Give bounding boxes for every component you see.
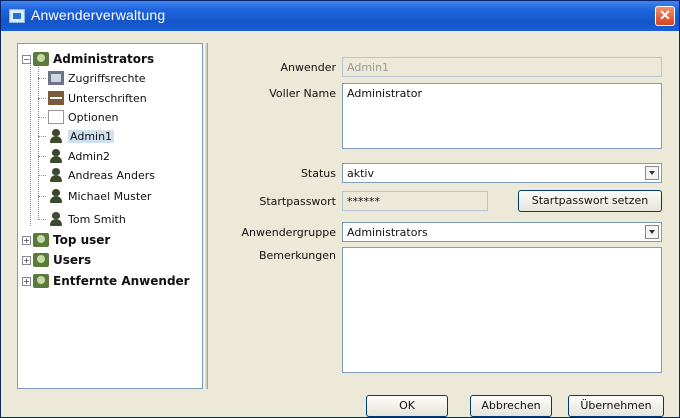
tree-connector (30, 60, 31, 226)
options-icon (48, 110, 64, 124)
tree-item-label: Optionen (68, 110, 119, 124)
user-icon (48, 129, 64, 143)
group-icon (33, 253, 49, 267)
tree-item-label: Michael Muster (68, 189, 152, 203)
app-icon (9, 9, 25, 23)
tree-connector (38, 219, 46, 220)
tree-item-label: Zugriffsrechte (68, 71, 146, 85)
user-icon (48, 168, 64, 182)
bemerkungen-field[interactable] (342, 247, 662, 373)
tree-item-optionen[interactable]: Optionen (48, 108, 118, 126)
tree-group-users[interactable]: + Users (22, 251, 91, 269)
tree-group-top-user[interactable]: + Top user (22, 231, 110, 249)
user-icon (48, 189, 64, 203)
expand-icon[interactable]: + (22, 276, 31, 286)
group-icon (33, 233, 49, 247)
tree-item-label: Unterschriften (68, 91, 147, 105)
tree-item-tom-smith[interactable]: Tom Smith (48, 210, 126, 228)
tree-item-label: Admin1 (68, 129, 115, 143)
tree-group-administrators[interactable]: − Administrators (22, 50, 154, 68)
anwender-label: Anwender (280, 61, 336, 74)
tree-item-andreas-anders[interactable]: Andreas Anders (48, 166, 155, 184)
user-icon (48, 149, 64, 163)
tree-item-michael-muster[interactable]: Michael Muster (48, 187, 151, 205)
tree-item-label: Admin2 (68, 149, 111, 163)
tree-item-admin1[interactable]: Admin1 (48, 127, 115, 145)
tree-connector (38, 175, 46, 176)
chevron-down-icon[interactable] (645, 166, 659, 180)
tree-connector (38, 156, 46, 157)
status-select[interactable]: aktiv (342, 163, 662, 183)
cancel-button[interactable]: Abbrechen (470, 395, 552, 417)
anwendergruppe-value: Administrators (347, 226, 428, 239)
tree-group-label: Users (53, 253, 92, 267)
status-label: Status (300, 167, 336, 180)
voller-name-label: Voller Name (269, 87, 336, 100)
user-management-window: Anwenderverwaltung ✕ − Administrators Zu… (0, 0, 680, 418)
expand-icon[interactable]: + (22, 255, 31, 265)
close-icon[interactable]: ✕ (655, 6, 675, 26)
window-title: Anwenderverwaltung (31, 7, 166, 23)
user-details-form: Anwender Admin1 Voller Name Administrato… (208, 43, 670, 389)
tree-group-entfernte-anwender[interactable]: + Entfernte Anwender (22, 272, 190, 290)
tree-connector (38, 136, 46, 137)
collapse-icon[interactable]: − (22, 54, 31, 64)
tree-item-admin2[interactable]: Admin2 (48, 147, 110, 165)
signature-icon (48, 91, 64, 105)
set-start-password-button[interactable]: Startpasswort setzen (518, 190, 662, 212)
anwendergruppe-label: Anwendergruppe (241, 226, 336, 239)
apply-button[interactable]: Übernehmen (568, 395, 664, 417)
tree-connector (38, 196, 46, 197)
tree-item-label: Tom Smith (68, 212, 126, 226)
expand-icon[interactable]: + (22, 235, 31, 245)
tree-item-zugriffsrechte[interactable]: Zugriffsrechte (48, 69, 146, 87)
tree-item-unterschriften[interactable]: Unterschriften (48, 89, 147, 107)
bemerkungen-label: Bemerkungen (258, 249, 336, 262)
group-icon (33, 274, 49, 288)
anwender-field: Admin1 (342, 57, 662, 77)
tree-connector (38, 78, 46, 79)
voller-name-field[interactable]: Administrator (342, 83, 662, 149)
startpasswort-label: Startpasswort (259, 195, 336, 208)
ok-button[interactable]: OK (366, 395, 448, 417)
group-icon (33, 52, 49, 66)
tree-connector (38, 98, 46, 99)
status-value: aktiv (347, 167, 374, 180)
anwendergruppe-select[interactable]: Administrators (342, 222, 662, 242)
user-icon (48, 212, 64, 226)
tree-group-label: Entfernte Anwender (53, 274, 190, 288)
startpasswort-field: ****** (342, 191, 488, 211)
tree-group-label: Administrators (53, 52, 155, 66)
tree-group-label: Top user (53, 233, 111, 247)
tree-connector (38, 117, 46, 118)
tree-item-label: Andreas Anders (68, 168, 155, 182)
chevron-down-icon[interactable] (645, 225, 659, 239)
user-tree[interactable]: − Administrators Zugriffsrechte Untersch… (17, 43, 203, 389)
title-bar[interactable]: Anwenderverwaltung ✕ (1, 1, 679, 31)
permissions-icon (48, 71, 64, 85)
